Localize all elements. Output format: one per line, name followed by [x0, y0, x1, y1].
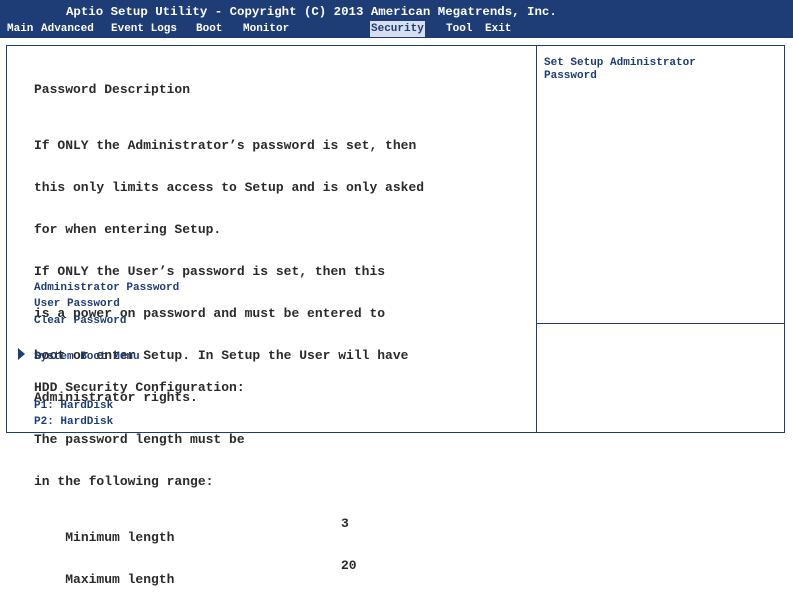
max-length-label: Maximum length: [65, 572, 175, 587]
app-title: Aptio Setup Utility - Copyright (C) 2013…: [66, 5, 557, 19]
clear-password-item[interactable]: Clear Password: [34, 315, 126, 328]
tab-security[interactable]: Security: [370, 21, 425, 37]
description-line: this only limits access to Setup and is …: [34, 180, 425, 195]
help-divider: [536, 323, 785, 324]
description-line: If ONLY the User’s password is set, then…: [34, 264, 386, 279]
max-length-row: Maximum length 20: [34, 558, 424, 587]
max-length-value: 20: [341, 558, 357, 573]
description-line: for when entering Setup.: [34, 222, 222, 237]
triangle-right-icon: [18, 348, 25, 360]
description-line: in the following range:: [34, 474, 214, 489]
description-line: If ONLY the Administrator’s password is …: [34, 138, 417, 153]
tab-main[interactable]: Main: [7, 21, 33, 37]
system-boot-menu-item[interactable]: System Boot Menu: [34, 351, 140, 364]
p1-harddisk-item[interactable]: P1: HardDisk: [34, 400, 113, 413]
min-length-value: 3: [341, 516, 349, 531]
tab-advanced[interactable]: Advanced: [41, 21, 94, 37]
p2-harddisk-item[interactable]: P2: HardDisk: [34, 416, 113, 429]
tab-boot[interactable]: Boot: [196, 21, 222, 37]
panel-divider: [536, 45, 537, 433]
help-text: Set Setup Administrator Password: [544, 57, 696, 82]
description-line: The password length must be: [34, 432, 245, 447]
hdd-security-label: HDD Security Configuration:: [34, 380, 245, 395]
tab-exit[interactable]: Exit: [485, 21, 511, 37]
min-length-label: Minimum length: [65, 530, 175, 545]
header-bar: Aptio Setup Utility - Copyright (C) 2013…: [0, 0, 793, 38]
user-password-item[interactable]: User Password: [34, 298, 120, 311]
tab-monitor[interactable]: Monitor: [243, 21, 289, 37]
tab-event-logs[interactable]: Event Logs: [111, 21, 177, 37]
tab-tool[interactable]: Tool: [446, 21, 472, 37]
min-length-row: Minimum length 3: [34, 516, 424, 545]
administrator-password-item[interactable]: Administrator Password: [34, 282, 179, 295]
description-title: Password Description: [34, 82, 191, 97]
